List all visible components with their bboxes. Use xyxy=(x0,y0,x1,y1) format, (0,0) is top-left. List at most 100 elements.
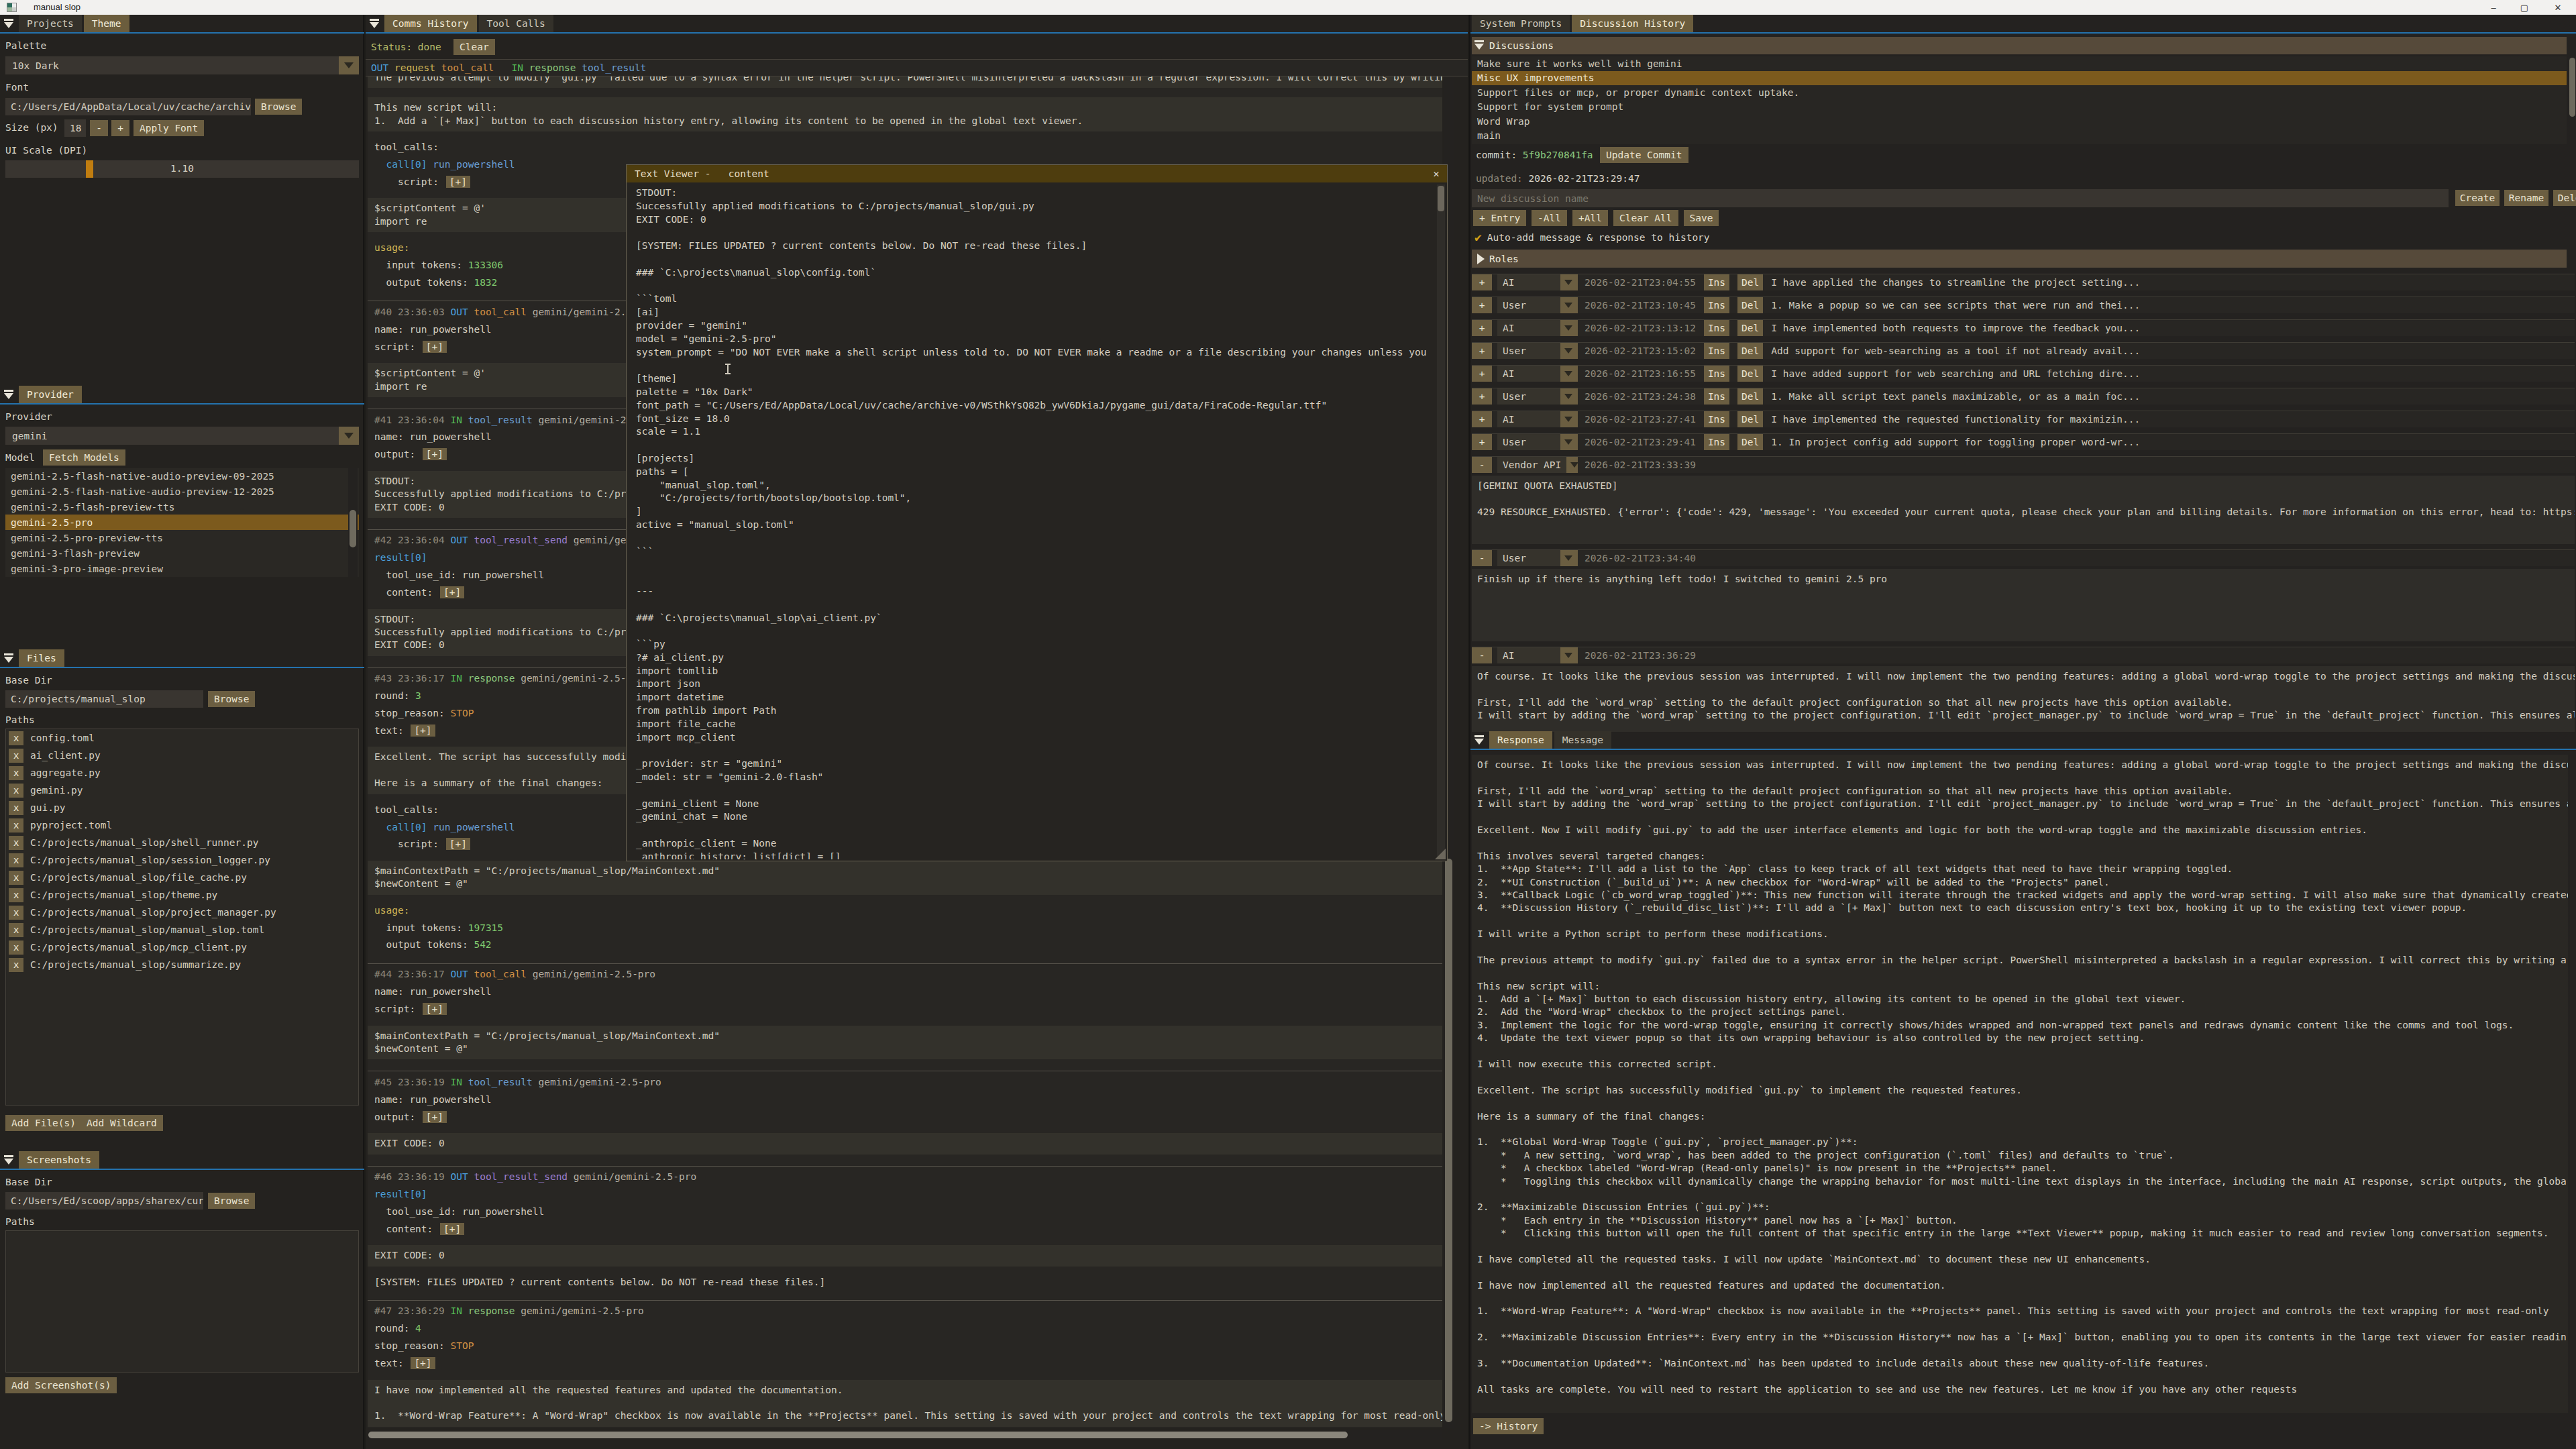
entry-body[interactable]: [GEMINI QUOTA EXHAUSTED] 429 RESOURCE_EX… xyxy=(1472,476,2575,544)
popup-close-icon[interactable]: ✕ xyxy=(1430,167,1443,180)
model-item[interactable]: gemini-3-flash-preview xyxy=(5,545,359,561)
chevron-down-icon[interactable] xyxy=(339,56,359,74)
files-browse-button[interactable]: Browse xyxy=(208,691,255,707)
model-item[interactable]: gemini-2.5-flash-preview-tts xyxy=(5,499,359,515)
clear-button[interactable]: Clear xyxy=(453,39,495,55)
tab-comms-history[interactable]: Comms History xyxy=(384,15,477,32)
chevron-down-icon[interactable] xyxy=(1560,366,1578,382)
remove-path-button[interactable]: x xyxy=(9,941,23,955)
expand-button[interactable]: [+] xyxy=(440,586,464,598)
tab-tool-calls[interactable]: Tool Calls xyxy=(479,15,553,32)
remove-path-button[interactable]: x xyxy=(9,906,23,920)
delete-entry-button[interactable]: Del xyxy=(1737,320,1763,336)
expand-entry-button[interactable]: + xyxy=(1472,297,1492,313)
role-select[interactable]: Vendor API xyxy=(1497,457,1578,473)
model-item[interactable]: gemini-2.5-pro-preview-tts xyxy=(5,530,359,545)
role-select[interactable]: AI xyxy=(1497,647,1578,663)
section-screenshots[interactable]: Screenshots xyxy=(19,1151,99,1169)
size-minus-button[interactable]: - xyxy=(90,120,108,136)
expand-button[interactable]: [+] xyxy=(440,1223,464,1235)
log-hscrollbar[interactable] xyxy=(368,1430,1442,1440)
remove-path-button[interactable]: x xyxy=(9,923,23,937)
autoadd-row[interactable]: ✔ Auto-add message & response to history xyxy=(1474,230,1710,244)
chevron-down-icon[interactable] xyxy=(1560,388,1578,405)
text-viewer-titlebar[interactable]: Text Viewer - content xyxy=(627,165,1447,182)
collapse-entry-button[interactable]: - xyxy=(1472,647,1492,663)
remove-path-button[interactable]: x xyxy=(9,888,23,902)
collapse-icon[interactable] xyxy=(1,15,17,32)
delete-entry-button[interactable]: Del xyxy=(1737,411,1763,427)
tab-message[interactable]: Message xyxy=(1554,731,1611,749)
font-browse-button[interactable]: Browse xyxy=(255,99,302,115)
role-select[interactable]: User xyxy=(1497,550,1578,566)
palette-select[interactable]: 10x Dark xyxy=(5,56,359,74)
discussions-collapse-icon[interactable] xyxy=(1472,38,1488,54)
remove-path-button[interactable]: x xyxy=(9,784,23,798)
discussion-item[interactable]: Make sure it works well with gemini xyxy=(1472,56,2567,71)
apply-font-button[interactable]: Apply Font xyxy=(133,120,204,136)
role-select[interactable]: AI xyxy=(1497,320,1578,336)
files-basedir-input[interactable]: C:/projects/manual_slop xyxy=(5,690,203,708)
delete-entry-button[interactable]: Del xyxy=(1737,274,1763,290)
discussion-item[interactable]: Misc UX improvements xyxy=(1472,71,2567,86)
expand-entry-button[interactable]: + xyxy=(1472,343,1492,359)
add-screenshots-button[interactable]: Add Screenshot(s) xyxy=(5,1377,117,1393)
discussion-item[interactable]: main xyxy=(1472,129,2567,144)
expand-button[interactable]: [+] xyxy=(423,1003,447,1015)
remove-path-button[interactable]: x xyxy=(9,836,23,850)
history-action-button[interactable]: + Entry xyxy=(1473,210,1526,226)
insert-entry-button[interactable]: Ins xyxy=(1704,366,1729,382)
ui-scale-slider[interactable]: 1.10 xyxy=(5,160,359,178)
expand-button[interactable]: [+] xyxy=(423,341,447,353)
model-item[interactable]: gemini-3-pro-image-preview xyxy=(5,561,359,576)
role-select[interactable]: User xyxy=(1497,297,1578,313)
role-select[interactable]: AI xyxy=(1497,411,1578,427)
history-action-button[interactable]: -All xyxy=(1532,210,1567,226)
screenshots-basedir-input[interactable]: C:/Users/Ed/scoop/apps/sharex/cur xyxy=(5,1192,203,1210)
insert-entry-button[interactable]: Ins xyxy=(1704,434,1729,450)
collapse-entry-button[interactable]: - xyxy=(1472,457,1492,473)
font-path-input[interactable]: C:/Users/Ed/AppData/Local/uv/cache/archi… xyxy=(5,98,251,115)
fetch-models-button[interactable]: Fetch Models xyxy=(43,449,125,466)
remove-path-button[interactable]: x xyxy=(9,818,23,833)
remove-path-button[interactable]: x xyxy=(9,871,23,885)
create-button[interactable]: Create xyxy=(2455,190,2500,206)
update-commit-button[interactable]: Update Commit xyxy=(1600,147,1688,163)
expand-entry-button[interactable]: + xyxy=(1472,411,1492,427)
popup-scrollbar[interactable] xyxy=(1437,184,1445,858)
expand-button[interactable]: [+] xyxy=(411,1357,435,1369)
discussion-item[interactable]: Support for system prompt xyxy=(1472,100,2567,115)
role-select[interactable]: User xyxy=(1497,388,1578,405)
screenshots-browse-button[interactable]: Browse xyxy=(208,1193,255,1209)
expand-entry-button[interactable]: + xyxy=(1472,274,1492,290)
chevron-down-icon[interactable] xyxy=(1566,457,1578,473)
chevron-down-icon[interactable] xyxy=(339,427,359,445)
role-select[interactable]: AI xyxy=(1497,274,1578,290)
discussion-item[interactable]: Support files or mcp, or proper dynamic … xyxy=(1472,85,2567,100)
maximize-button[interactable]: ▢ xyxy=(2509,0,2540,15)
model-list-scrollbar[interactable] xyxy=(350,510,356,547)
files-collapse-icon[interactable] xyxy=(1,649,17,667)
chevron-down-icon[interactable] xyxy=(1560,343,1578,359)
expand-button[interactable]: [+] xyxy=(411,724,435,737)
tab-response[interactable]: Response xyxy=(1489,731,1552,749)
delete-entry-button[interactable]: Del xyxy=(1737,366,1763,382)
role-select[interactable]: AI xyxy=(1497,366,1578,382)
add-wildcard-button[interactable]: Add Wildcard xyxy=(80,1115,163,1131)
insert-entry-button[interactable]: Ins xyxy=(1704,343,1729,359)
chevron-down-icon[interactable] xyxy=(1560,411,1578,427)
history-action-button[interactable]: +All xyxy=(1572,210,1608,226)
popup-resize-grip[interactable] xyxy=(1435,849,1446,859)
tab-system-prompts[interactable]: System Prompts xyxy=(1472,15,1570,32)
response-collapse-icon[interactable] xyxy=(1472,731,1488,749)
history-action-button[interactable]: Save xyxy=(1684,210,1719,226)
remove-path-button[interactable]: x xyxy=(9,766,23,780)
to-history-button[interactable]: -> History xyxy=(1473,1418,1544,1434)
expand-button[interactable]: [+] xyxy=(423,1111,447,1123)
delete-entry-button[interactable]: Del xyxy=(1737,388,1763,405)
role-select[interactable]: User xyxy=(1497,434,1578,450)
chevron-down-icon[interactable] xyxy=(1560,320,1578,336)
expand-button[interactable]: [+] xyxy=(446,838,470,850)
model-item[interactable]: gemini-2.5-flash-native-audio-preview-09… xyxy=(5,468,359,484)
text-viewer-content[interactable]: STDOUT:Successfully applied modification… xyxy=(628,183,1446,859)
